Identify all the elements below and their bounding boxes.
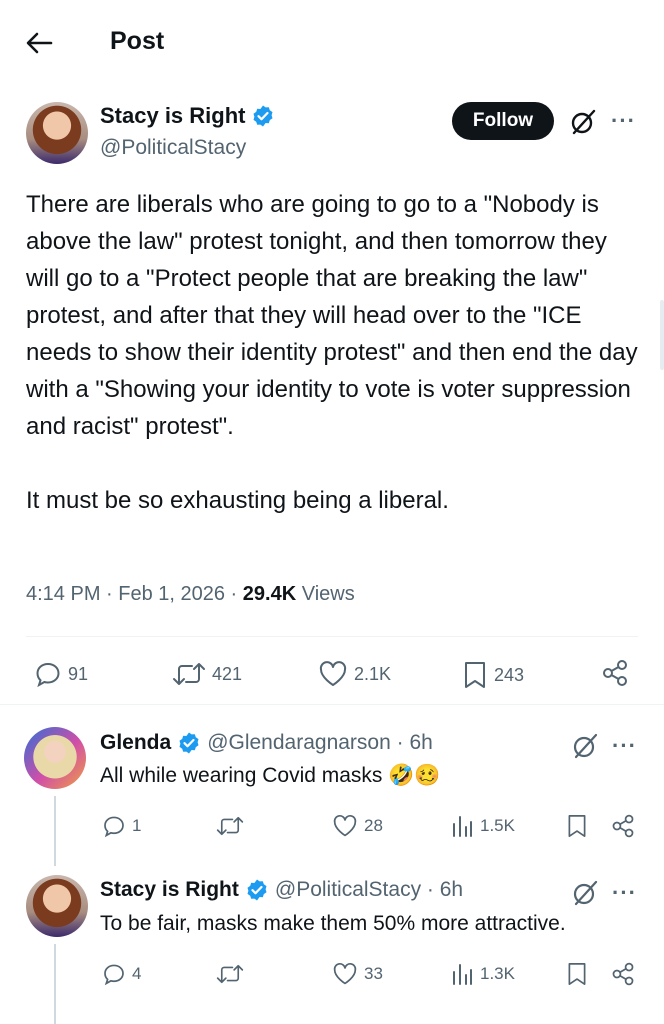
divider — [26, 636, 638, 637]
repost-icon — [216, 816, 244, 836]
reply-icon — [104, 816, 124, 838]
reply-avatar[interactable] — [26, 875, 88, 937]
views-count: 29.4K — [242, 583, 297, 605]
reply-text-body: All while wearing Covid masks — [100, 764, 383, 787]
like-icon — [333, 814, 357, 837]
share-button[interactable] — [600, 658, 630, 688]
reply-count: 91 — [68, 663, 89, 684]
like-icon — [319, 661, 347, 686]
repost-count: 421 — [212, 663, 243, 684]
post-timestamp[interactable]: 4:14 PM · Feb 1, 2026 · — [26, 583, 243, 605]
reply-count: 4 — [132, 964, 142, 983]
reply-author-name[interactable]: Glenda — [100, 731, 171, 755]
reply-handle[interactable]: @Glendaragnarson · 6h — [207, 731, 433, 755]
verified-icon — [253, 105, 273, 127]
verified-icon — [247, 879, 267, 901]
reply-text: To be fair, masks make them 50% more att… — [100, 912, 566, 935]
like-count: 28 — [364, 816, 383, 835]
views-icon — [453, 964, 472, 985]
share-icon — [612, 962, 634, 986]
author-handle[interactable]: @PoliticalStacy — [100, 136, 246, 160]
like-button[interactable]: 33 — [332, 962, 383, 986]
bookmark-button[interactable] — [566, 813, 588, 839]
back-arrow-icon[interactable] — [22, 26, 56, 60]
divider — [0, 704, 664, 705]
thread-line — [54, 944, 56, 1024]
bookmark-count: 243 — [494, 664, 525, 685]
share-icon — [603, 660, 627, 686]
reply-author-name[interactable]: Stacy is Right — [100, 878, 239, 902]
verified-icon — [179, 732, 199, 754]
reply-author-row[interactable]: Glenda @Glendaragnarson · 6h — [100, 731, 433, 755]
emoji: 🤣🥴 — [388, 764, 441, 787]
repost-icon — [216, 964, 244, 984]
scrollbar[interactable] — [660, 300, 664, 370]
repost-button[interactable] — [216, 814, 244, 838]
reply-count: 1 — [132, 816, 142, 835]
repost-button[interactable] — [216, 962, 244, 986]
grok-icon[interactable] — [568, 107, 598, 137]
reply-handle[interactable]: @PoliticalStacy · 6h — [275, 878, 463, 902]
page-title: Post — [110, 27, 165, 55]
reply-button[interactable]: 4 — [102, 962, 141, 986]
reply-icon — [104, 964, 124, 986]
reply-text: All while wearing Covid masks 🤣🥴 — [100, 764, 441, 788]
bookmark-button[interactable] — [566, 961, 588, 987]
reply-avatar[interactable] — [24, 727, 86, 789]
more-icon[interactable]: ··· — [612, 733, 637, 759]
reply-author-row[interactable]: Stacy is Right @PoliticalStacy · 6h — [100, 878, 463, 902]
share-button[interactable] — [610, 813, 636, 839]
repost-button[interactable]: 421 — [172, 660, 242, 688]
like-button[interactable]: 28 — [332, 814, 383, 838]
share-button[interactable] — [610, 961, 636, 987]
thread-line — [54, 796, 56, 866]
grok-icon[interactable] — [570, 878, 600, 908]
post-meta: 4:14 PM · Feb 1, 2026 · 29.4K Views — [26, 583, 355, 606]
views-count: 1.3K — [480, 964, 515, 983]
post-body: There are liberals who are going to go t… — [26, 186, 646, 519]
views-icon — [453, 816, 472, 837]
follow-button[interactable]: Follow — [452, 102, 554, 140]
like-button[interactable]: 2.1K — [318, 660, 391, 688]
author-avatar[interactable] — [26, 102, 88, 164]
bookmark-icon — [465, 662, 485, 688]
post-text: There are liberals who are going to go t… — [26, 191, 638, 440]
share-icon — [612, 814, 634, 838]
grok-icon[interactable] — [570, 731, 600, 761]
author-name-row[interactable]: Stacy is Right — [100, 103, 275, 129]
post-text-2: It must be so exhausting being a liberal… — [26, 487, 449, 514]
views-button[interactable]: 1.5K — [450, 814, 515, 838]
like-count: 33 — [364, 964, 383, 983]
bookmark-icon — [568, 815, 586, 837]
bookmark-icon — [568, 963, 586, 985]
reply-button[interactable]: 91 — [34, 660, 88, 688]
like-icon — [333, 962, 357, 985]
like-count: 2.1K — [354, 663, 392, 684]
reply-icon — [36, 662, 60, 688]
bookmark-button[interactable]: 243 — [462, 660, 524, 690]
author-name[interactable]: Stacy is Right — [100, 103, 245, 129]
views-button[interactable]: 1.3K — [450, 962, 515, 986]
top-bar: Post — [0, 0, 664, 84]
more-icon[interactable]: ··· — [612, 880, 637, 906]
repost-icon — [173, 663, 205, 685]
more-icon[interactable]: ··· — [611, 108, 636, 134]
views-label: Views — [296, 583, 355, 605]
views-count: 1.5K — [480, 816, 515, 835]
reply-button[interactable]: 1 — [102, 814, 141, 838]
